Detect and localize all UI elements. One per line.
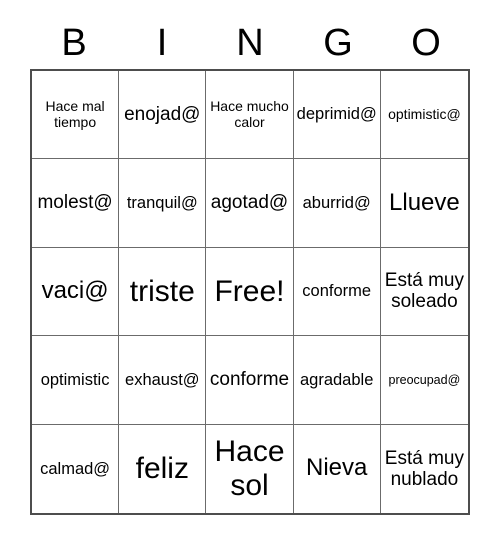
bingo-cell-label: agradable bbox=[299, 370, 374, 389]
bingo-cell-label: conforme bbox=[209, 369, 290, 391]
bingo-cell-label: triste bbox=[129, 274, 195, 308]
bingo-cell-label: molest@ bbox=[37, 192, 113, 214]
bingo-cell[interactable]: aburrid@ bbox=[293, 159, 381, 248]
bingo-cell-label: deprimid@ bbox=[296, 105, 377, 124]
bingo-cell[interactable]: Hace mucho calor bbox=[206, 71, 294, 160]
bingo-header-letter-i: I bbox=[156, 22, 168, 64]
bingo-cell[interactable]: preocupad@ bbox=[380, 336, 468, 425]
bingo-cell[interactable]: Está muy soleado bbox=[380, 248, 468, 337]
bingo-cell[interactable]: triste bbox=[119, 247, 207, 337]
bingo-cell[interactable]: Está muy nublado bbox=[381, 425, 468, 513]
bingo-cell[interactable]: Nieva bbox=[294, 424, 381, 513]
bingo-cell-label: conforme bbox=[302, 282, 372, 301]
bingo-cell-label: feliz bbox=[135, 452, 189, 485]
bingo-cell-label: Hace sol bbox=[214, 435, 285, 502]
bingo-header-letter-b: B bbox=[61, 22, 87, 64]
bingo-cell-label: Hace mal tiempo bbox=[45, 98, 105, 130]
bingo-cell-label: exhaust@ bbox=[125, 370, 200, 389]
bingo-cell[interactable]: enojad@ bbox=[119, 71, 207, 160]
bingo-grid: Hace mal tiempo enojad@ Hace mucho calor… bbox=[30, 69, 470, 515]
bingo-cell[interactable]: conforme bbox=[206, 336, 294, 425]
bingo-cell[interactable]: optimistic@ bbox=[380, 71, 468, 160]
bingo-header-letter-o: O bbox=[411, 22, 441, 64]
bingo-cell-label: Nieva bbox=[306, 454, 368, 482]
bingo-header-row: B I N G O bbox=[30, 18, 470, 68]
bingo-cell-label: Está muy nublado bbox=[384, 447, 464, 490]
bingo-cell-label: optimistic@ bbox=[388, 105, 461, 122]
bingo-cell-label: vaci@ bbox=[41, 277, 109, 305]
bingo-card: B I N G O Hace mal tiempo enojad@ Hace m… bbox=[0, 0, 500, 544]
bingo-cell[interactable]: Hace mal tiempo bbox=[32, 71, 120, 160]
bingo-cell[interactable]: conforme bbox=[293, 247, 381, 337]
bingo-cell-free[interactable]: Free! bbox=[206, 247, 294, 337]
bingo-header-letter-n: N bbox=[236, 22, 264, 64]
bingo-cell[interactable]: feliz bbox=[119, 424, 207, 513]
bingo-cell-label: Llueve bbox=[389, 188, 460, 216]
bingo-cell-label: preocupad@ bbox=[388, 372, 461, 387]
bingo-cell[interactable]: Llueve bbox=[380, 159, 468, 248]
bingo-cell[interactable]: agradable bbox=[293, 336, 381, 425]
bingo-cell-label: Está muy soleado bbox=[384, 270, 464, 313]
bingo-cell-label: tranquil@ bbox=[126, 193, 198, 212]
bingo-cell-label: aburrid@ bbox=[302, 193, 371, 212]
bingo-cell[interactable]: tranquil@ bbox=[119, 159, 207, 248]
bingo-cell[interactable]: calmad@ bbox=[32, 424, 120, 513]
bingo-cell[interactable]: deprimid@ bbox=[293, 71, 381, 160]
bingo-cell-label: calmad@ bbox=[40, 459, 111, 478]
bingo-cell[interactable]: Hace sol bbox=[206, 424, 294, 513]
bingo-cell[interactable]: optimistic bbox=[32, 336, 120, 425]
bingo-header-letter-g: G bbox=[323, 22, 353, 64]
bingo-cell[interactable]: vaci@ bbox=[32, 247, 120, 337]
bingo-cell-label: Free! bbox=[214, 274, 285, 308]
bingo-cell[interactable]: molest@ bbox=[32, 159, 120, 248]
bingo-cell[interactable]: exhaust@ bbox=[119, 336, 207, 425]
bingo-cell-label: optimistic bbox=[40, 370, 110, 389]
bingo-cell[interactable]: agotad@ bbox=[206, 159, 294, 248]
bingo-cell-label: agotad@ bbox=[210, 192, 289, 214]
bingo-cell-label: enojad@ bbox=[124, 104, 201, 126]
bingo-cell-label: Hace mucho calor bbox=[210, 98, 289, 130]
